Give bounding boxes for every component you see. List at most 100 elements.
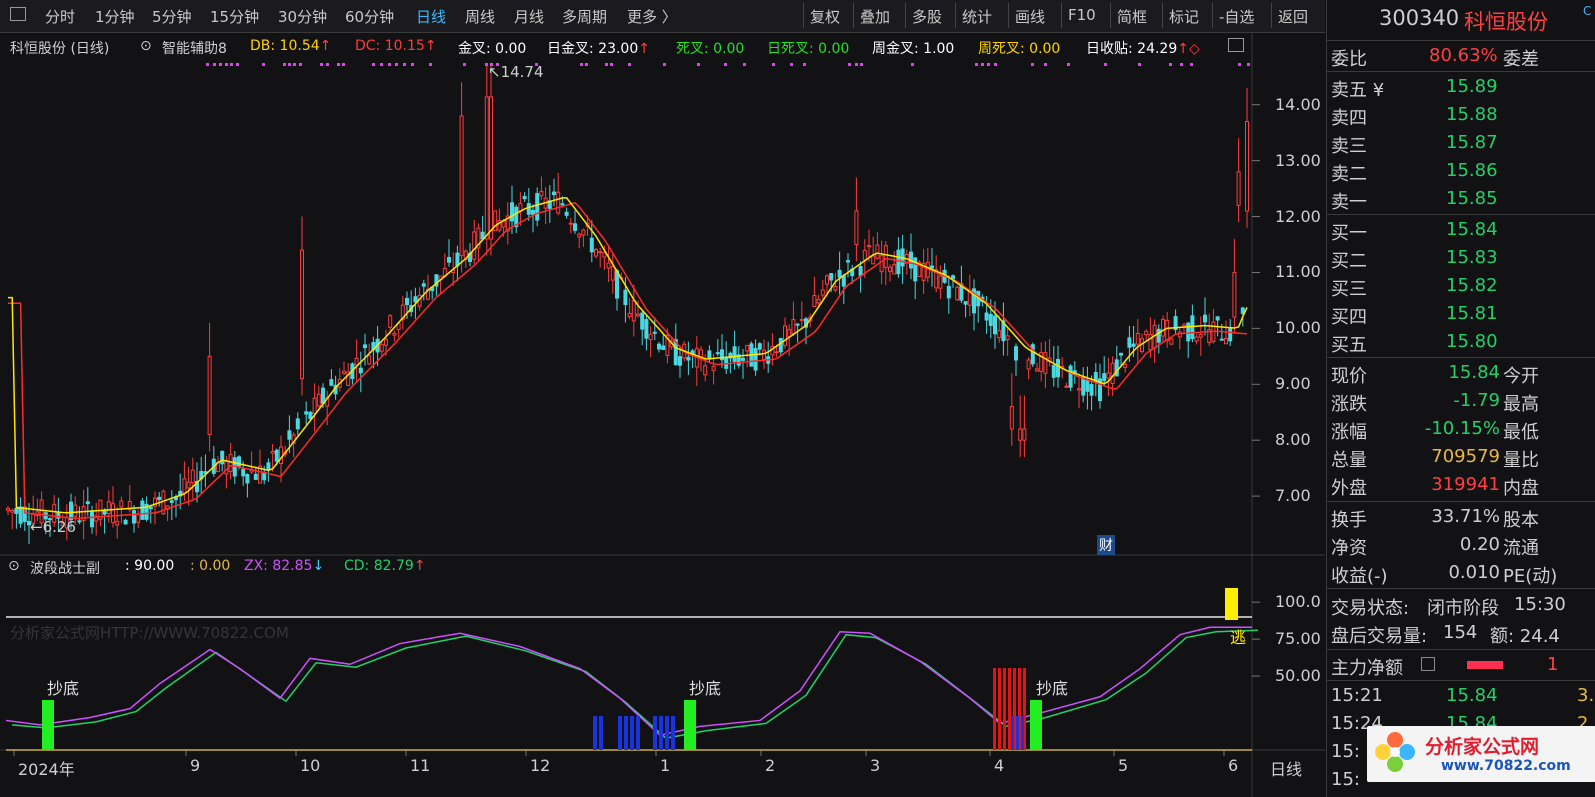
signal-dot bbox=[610, 63, 613, 66]
candle-body bbox=[871, 255, 876, 265]
cd-line bbox=[11, 629, 1259, 739]
candle-body bbox=[854, 210, 859, 245]
price-tick-label: 10.00 bbox=[1275, 318, 1321, 338]
signal-dot bbox=[463, 63, 466, 66]
candle-body bbox=[955, 286, 960, 301]
period-tab[interactable]: 60分钟 bbox=[345, 6, 394, 27]
signal-dot bbox=[326, 63, 329, 66]
candle-body bbox=[321, 387, 325, 404]
period-label[interactable]: 日线 bbox=[1270, 756, 1302, 780]
toolbar-button[interactable]: 叠加 bbox=[853, 3, 896, 28]
toolbar-button[interactable]: 标记 bbox=[1162, 3, 1205, 28]
candle-body bbox=[342, 370, 346, 374]
buy-signal-bar bbox=[42, 700, 54, 750]
candle-body bbox=[106, 501, 111, 514]
period-tab[interactable]: 多周期 bbox=[562, 6, 607, 27]
stat-right-label: 最高 bbox=[1503, 394, 1539, 415]
period-tab[interactable]: 月线 bbox=[514, 6, 544, 27]
signal-dot bbox=[262, 63, 265, 66]
bid-row[interactable]: 买三 15.82 bbox=[1327, 273, 1595, 301]
candle-body bbox=[1056, 358, 1060, 378]
period-tab[interactable]: 5分钟 bbox=[152, 6, 192, 27]
candle-body bbox=[413, 296, 418, 303]
bid-price: 15.80 bbox=[1446, 331, 1498, 352]
period-tab[interactable]: 分时 bbox=[45, 6, 75, 27]
ask-price: 15.88 bbox=[1446, 104, 1498, 125]
price-tick-label: 14.00 bbox=[1275, 94, 1321, 114]
candle-body bbox=[1219, 338, 1224, 341]
stat-label: 换手 bbox=[1331, 510, 1367, 531]
signal-dot bbox=[1180, 63, 1183, 66]
list-icon[interactable] bbox=[1421, 657, 1435, 671]
logo-url: www.70822.com bbox=[1441, 758, 1571, 774]
period-tab[interactable]: 更多 〉 bbox=[627, 6, 677, 27]
candle-body bbox=[241, 468, 246, 477]
ask-row[interactable]: 卖三 15.87 bbox=[1327, 130, 1595, 158]
candle-body bbox=[1232, 271, 1237, 318]
candle-body bbox=[812, 295, 817, 308]
finance-badge[interactable]: 财 bbox=[1097, 535, 1115, 555]
signal-dot bbox=[803, 63, 806, 66]
toolbar-button[interactable]: 返回 bbox=[1271, 3, 1314, 28]
chart-area[interactable] bbox=[0, 32, 1325, 797]
candle-body bbox=[329, 379, 334, 386]
candle-body bbox=[888, 266, 892, 272]
toolbar-button[interactable]: 复权 bbox=[803, 3, 846, 28]
toolbar-button[interactable]: 多股 bbox=[905, 3, 948, 28]
toolbar-button[interactable]: -自选 bbox=[1212, 3, 1260, 28]
toolbar-button[interactable]: 画线 bbox=[1008, 3, 1051, 28]
red-bar bbox=[1003, 668, 1006, 750]
sub-indicator-name[interactable]: 波段战士副 bbox=[30, 558, 100, 578]
stat-label: 外盘 bbox=[1331, 478, 1367, 499]
period-tab[interactable]: 日线 bbox=[416, 6, 446, 27]
candle-body bbox=[699, 349, 703, 358]
candle-body bbox=[489, 96, 493, 240]
candle-body bbox=[577, 233, 582, 238]
candle-body bbox=[228, 454, 233, 472]
candle-body bbox=[295, 418, 300, 430]
watermark-text: 分析家公式网HTTP://WWW.70822.COM bbox=[10, 624, 289, 642]
after-hours-volume: 154 bbox=[1443, 622, 1478, 643]
candle-body bbox=[657, 343, 661, 350]
stat-value: 0.20 bbox=[1459, 534, 1500, 555]
bid-price: 15.82 bbox=[1446, 275, 1498, 296]
toolbar-button[interactable]: F10 bbox=[1061, 3, 1102, 28]
flower-logo-icon bbox=[1373, 730, 1417, 774]
ask-row[interactable]: 卖四 15.88 bbox=[1327, 102, 1595, 130]
signal-dot bbox=[388, 63, 391, 66]
ask-row[interactable]: 卖二 15.86 bbox=[1327, 158, 1595, 186]
candle-body bbox=[1030, 344, 1035, 365]
signal-dot bbox=[213, 63, 216, 66]
candle-body bbox=[573, 223, 577, 231]
candle-body bbox=[14, 507, 19, 514]
bid-row[interactable]: 买二 15.83 bbox=[1327, 245, 1595, 273]
period-tab[interactable]: 周线 bbox=[465, 6, 495, 27]
bid-row[interactable]: 买五 15.80 bbox=[1327, 329, 1595, 357]
candle-body bbox=[392, 332, 397, 336]
candle-body bbox=[552, 191, 556, 196]
ask-row[interactable]: 卖五 ¥ 15.89 bbox=[1327, 74, 1595, 102]
signal-dot bbox=[395, 63, 398, 66]
candle-body bbox=[522, 196, 527, 200]
tick-row: 15:21 15.84 3. bbox=[1327, 683, 1595, 711]
bid-row[interactable]: 买一 15.84 bbox=[1327, 217, 1595, 245]
signal-dot bbox=[855, 63, 858, 66]
candle-body bbox=[787, 329, 792, 338]
candle-body bbox=[312, 397, 317, 414]
ask-row[interactable]: 卖一 15.85 bbox=[1327, 186, 1595, 214]
signal-dot bbox=[403, 63, 406, 66]
sub-value-b: : 0.00 bbox=[190, 558, 231, 574]
sub-tick-label: 50.00 bbox=[1275, 666, 1321, 686]
toolbar-button[interactable]: 统计 bbox=[955, 3, 998, 28]
period-tab[interactable]: 30分钟 bbox=[278, 6, 327, 27]
period-tab[interactable]: 15分钟 bbox=[210, 6, 259, 27]
sub-collapse-icon[interactable]: ⊙ bbox=[8, 558, 20, 574]
stat-value: 33.71% bbox=[1431, 506, 1500, 527]
toolbar-button[interactable]: 简框 bbox=[1110, 3, 1153, 28]
bid-row[interactable]: 买四 15.81 bbox=[1327, 301, 1595, 329]
signal-dot bbox=[911, 63, 914, 66]
ask-label: 卖二 bbox=[1331, 164, 1367, 185]
stat-row: 外盘 319941 内盘 bbox=[1327, 472, 1595, 500]
period-tab[interactable]: 1分钟 bbox=[95, 6, 135, 27]
panel-toggle-icon[interactable] bbox=[10, 7, 26, 21]
